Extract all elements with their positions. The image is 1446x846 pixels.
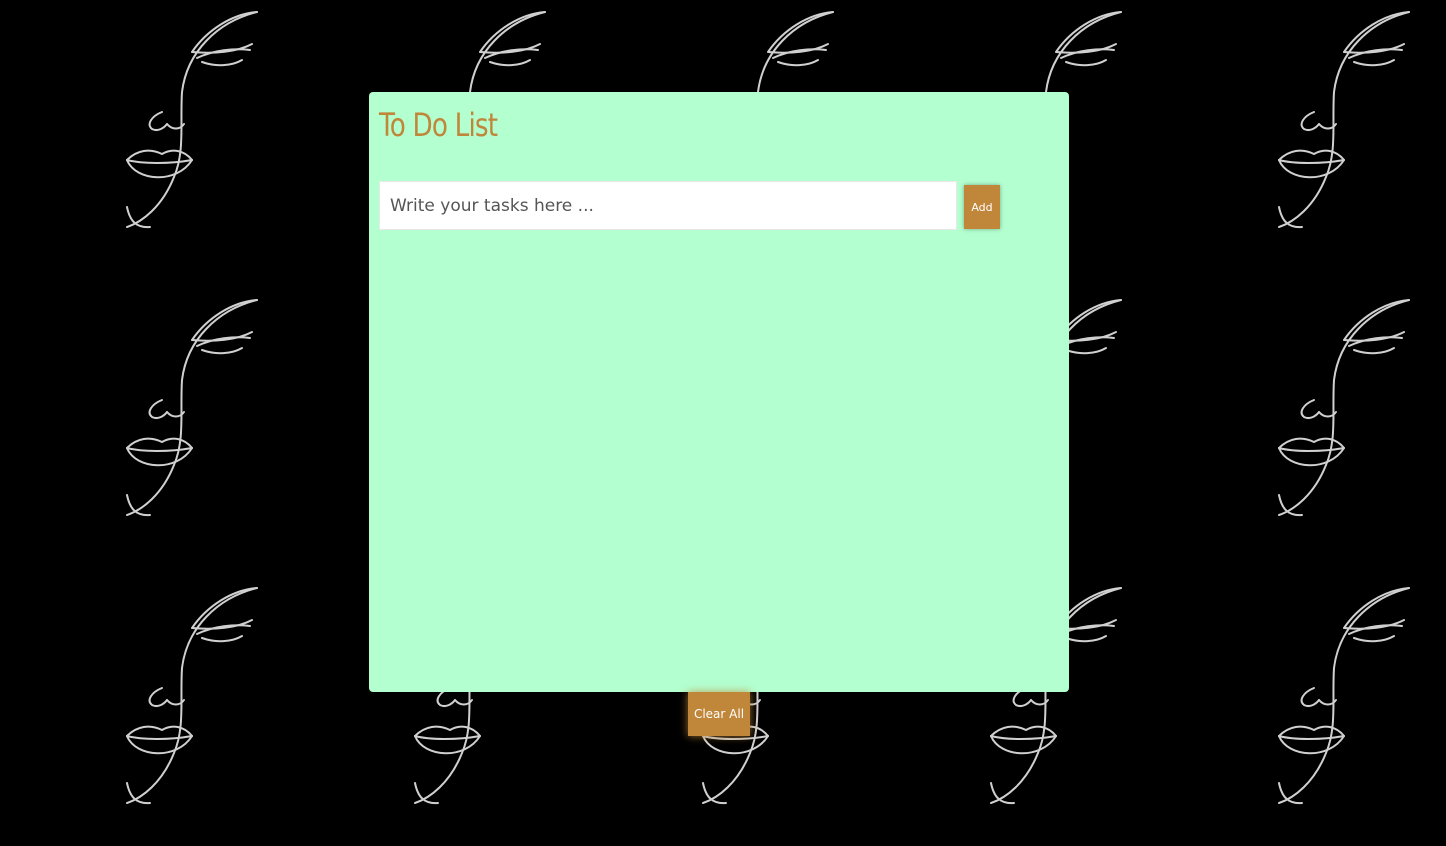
add-button[interactable]: Add bbox=[964, 185, 1000, 229]
clear-all-button[interactable]: Clear All bbox=[688, 692, 750, 736]
todo-panel: To Do List Add bbox=[369, 92, 1069, 692]
task-input[interactable] bbox=[379, 181, 957, 230]
page-title: To Do List bbox=[379, 106, 498, 144]
task-list bbox=[379, 242, 1059, 672]
